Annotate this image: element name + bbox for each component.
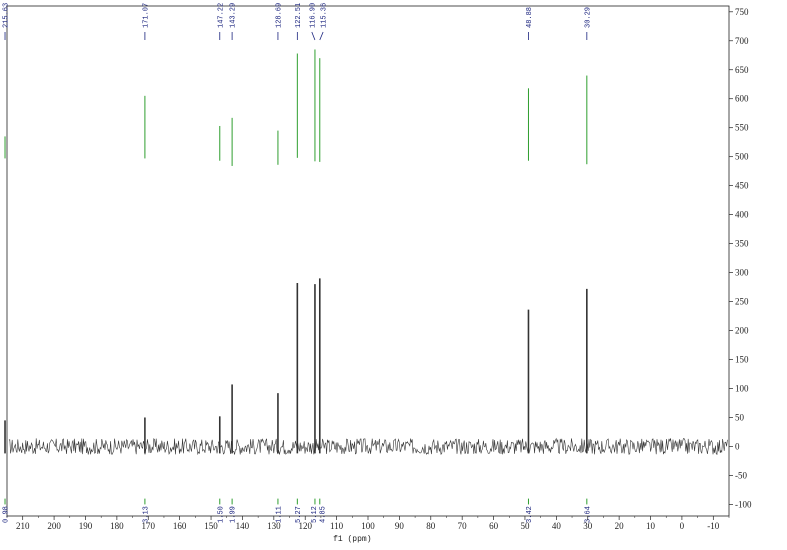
x-tick-label-2: 190: [79, 521, 93, 531]
peak-labels: 215.63 171.07 147.22 143.29 128.69 122.51 116.…: [3, 3, 592, 41]
y-tick-label-16: 700: [735, 36, 749, 46]
peak-label-1: 171.07: [142, 3, 150, 28]
integral-value-0: 0.98: [3, 506, 11, 523]
x-tick-label-10: 110: [330, 521, 344, 531]
y-tick-label-6: 200: [735, 326, 749, 336]
y-tick-label-8: 300: [735, 268, 749, 278]
y-tick-label-1: -50: [735, 470, 747, 480]
y-tick-label-3: 50: [735, 412, 745, 422]
x-tick-label-15: 60: [489, 521, 499, 531]
x-tick-label-17: 40: [552, 521, 562, 531]
x-tick-label-12: 90: [395, 521, 405, 531]
peak-label-2: 147.22: [217, 3, 225, 28]
peak-label-5: 122.51: [295, 3, 303, 28]
x-tick-label-18: 30: [583, 521, 593, 531]
peak-label-8: 48.88: [526, 7, 534, 28]
integral-value-6: 5.12: [311, 506, 319, 523]
x-tick-label-9: 120: [298, 521, 312, 531]
peak-label-7: 115.36: [321, 3, 329, 28]
y-tick-label-7: 250: [735, 297, 749, 307]
integral-value-2: 1.50: [217, 506, 225, 523]
y-tick-label-10: 400: [735, 210, 749, 220]
y-tick-label-12: 500: [735, 152, 749, 162]
spectrum-baseline: [8, 437, 728, 456]
nmr-spectrum-chart: 215.63 171.07 147.22 143.29 128.69 122.51 116.…: [3, 3, 752, 544]
x-tick-label-11: 100: [361, 521, 375, 531]
x-tick-label-19: 20: [615, 521, 625, 531]
x-tick-label-4: 170: [142, 521, 156, 531]
peak-label-6: 116.90: [309, 3, 317, 28]
x-axis: 210 200 190 180 170 160 150 140 130 120 110 100 90 80…: [6, 516, 730, 531]
y-tick-label-15: 650: [735, 65, 749, 75]
y-tick-label-4: 100: [735, 384, 749, 394]
x-tick-label-14: 70: [458, 521, 468, 531]
peak-label-leader-7: [319, 31, 324, 41]
y-tick-label-14: 600: [735, 94, 749, 104]
peak-label-0: 215.63: [3, 3, 11, 28]
y-tick-label-2: 0: [735, 441, 740, 451]
y-tick-label-0: -100: [735, 499, 752, 509]
peak-label-9: 30.29: [584, 7, 592, 28]
peak-label-4: 128.69: [275, 3, 283, 28]
x-tick-label-1: 200: [47, 521, 61, 531]
x-tick-label-8: 130: [267, 521, 281, 531]
plot-border: [6, 5, 730, 517]
y-axis: -100 -50 0 50 100 150 200 250 300 350 400 450 500 550…: [729, 7, 752, 509]
x-tick-label-21: 0: [680, 521, 685, 531]
x-tick-label-3: 180: [110, 521, 124, 531]
x-tick-label-20: 10: [646, 521, 656, 531]
y-tick-label-5: 150: [735, 355, 749, 365]
x-axis-title: f1 (ppm): [333, 535, 371, 544]
y-tick-label-17: 750: [735, 7, 749, 17]
x-tick-label-0: 210: [16, 521, 30, 531]
integral-value-7: 4.85: [319, 506, 327, 523]
y-tick-label-9: 350: [735, 239, 749, 249]
y-tick-label-13: 550: [735, 123, 749, 133]
x-tick-label-13: 80: [426, 521, 436, 531]
spectrum-peaks: [4, 278, 588, 454]
peak-label-leader-6: [311, 31, 316, 41]
x-tick-label-6: 150: [204, 521, 218, 531]
peak-label-3: 143.29: [230, 3, 238, 28]
x-tick-label-7: 140: [236, 521, 250, 531]
x-tick-label-22: -10: [707, 521, 719, 531]
y-tick-label-11: 450: [735, 181, 749, 191]
baseline-noise: [8, 437, 728, 456]
x-tick-label-5: 160: [173, 521, 187, 531]
plot-frame: [6, 5, 730, 517]
integral-curves: [4, 49, 588, 505]
x-tick-label-16: 50: [520, 521, 530, 531]
